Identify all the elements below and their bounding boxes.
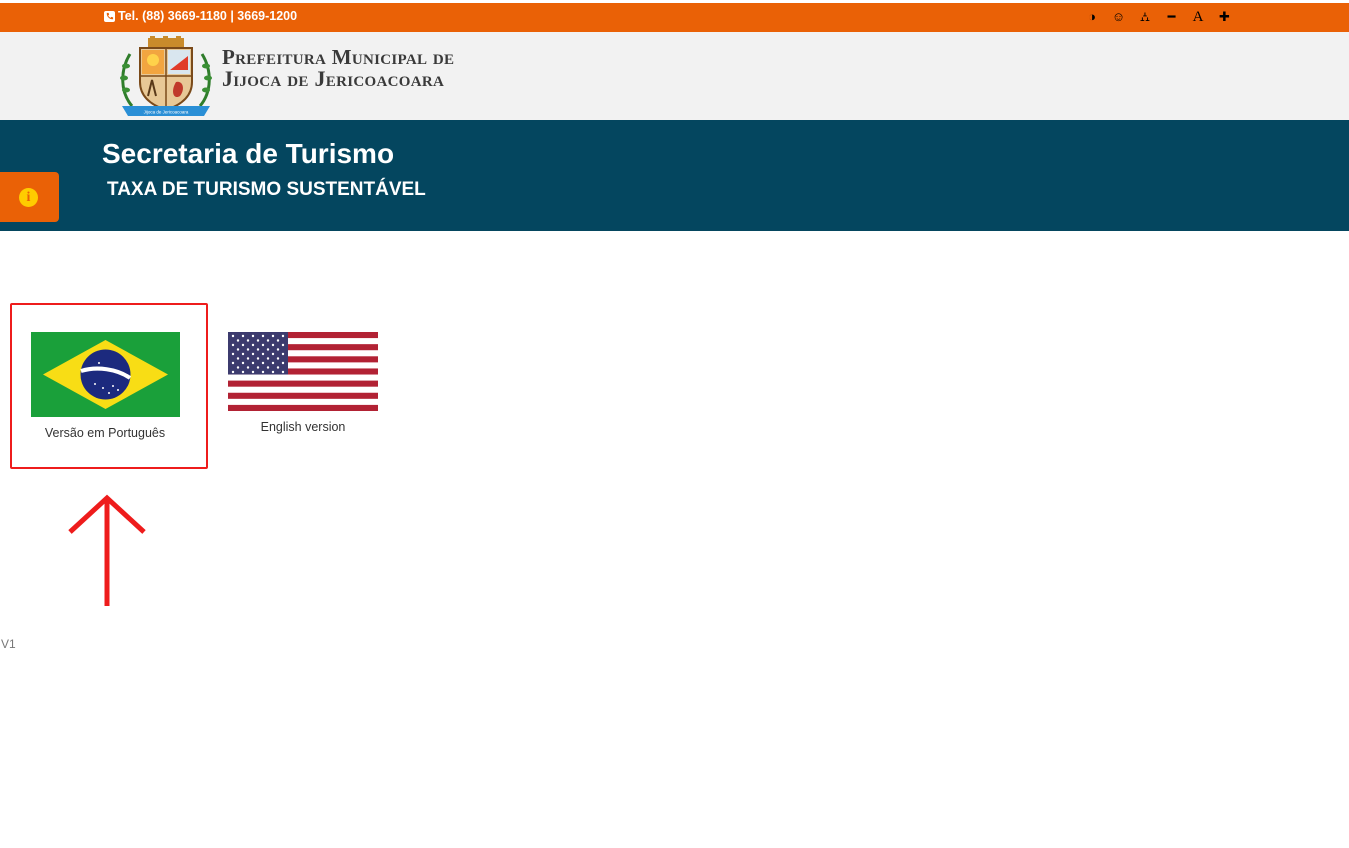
version-label: V1 (1, 637, 16, 651)
increase-font-button[interactable]: ✚ (1216, 7, 1234, 27)
brand-line-1: Prefeitura Municipal de (222, 45, 455, 69)
top-bar: Tel. (88) 3669-1180 | 3669-1200 ◑ ☺ ⛼ ━ … (0, 0, 1349, 32)
portuguese-version-link[interactable]: Versão em Português (30, 332, 180, 440)
decrease-font-button[interactable]: ━ (1163, 7, 1181, 27)
phone-info: Tel. (88) 3669-1180 | 3669-1200 (104, 9, 297, 23)
usa-flag-icon (228, 332, 378, 411)
brand-name[interactable]: Prefeitura Municipal de Jijoca de Jerico… (222, 46, 454, 90)
english-version-label: English version (260, 420, 346, 434)
site-header: Jijoca de Jericoacoara Prefeitura Munici… (0, 32, 1349, 120)
phone-icon (104, 10, 115, 22)
brazil-flag-icon (30, 332, 180, 417)
info-button[interactable]: i (0, 172, 59, 222)
sitemap-icon[interactable]: ⛼ (1136, 7, 1154, 27)
crest-ribbon-text: Jijoca de Jericoacoara (144, 110, 189, 115)
annotation-arrow-icon (68, 494, 146, 606)
face-icon[interactable]: ☺ (1110, 7, 1128, 27)
phone-text: Tel. (88) 3669-1180 | 3669-1200 (118, 9, 298, 23)
contrast-icon[interactable]: ◑ (1083, 7, 1101, 27)
portuguese-version-label: Versão em Português (44, 426, 166, 440)
page-title: Secretaria de Turismo (102, 138, 395, 169)
brand-line-2: Jijoca de Jericoacoara (222, 66, 445, 91)
municipal-crest-logo[interactable]: Jijoca de Jericoacoara (118, 36, 214, 118)
page-banner: Secretaria de Turismo TAXA DE TURISMO SU… (0, 120, 1349, 231)
page-subtitle: TAXA DE TURISMO SUSTENTÁVEL (107, 179, 426, 200)
accessibility-toolbar: ◑ ☺ ⛼ ━ A ✚ (1083, 7, 1242, 27)
info-icon: i (19, 188, 38, 207)
default-font-button[interactable]: A (1189, 7, 1207, 27)
english-version-link[interactable]: English version (228, 332, 378, 434)
